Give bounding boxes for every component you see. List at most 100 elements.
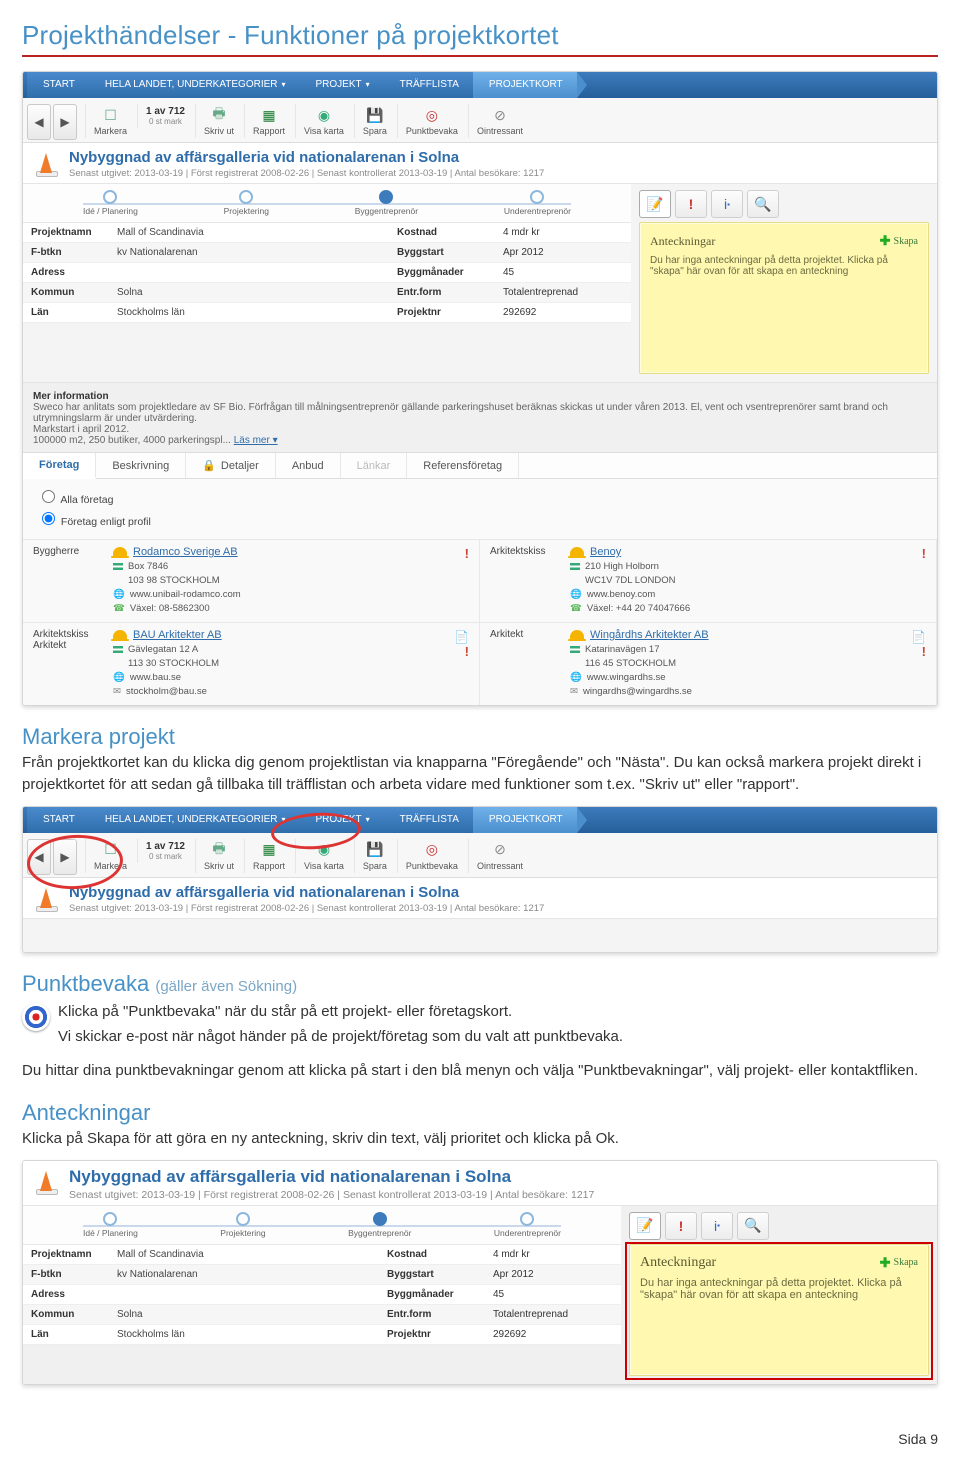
crumb-projektkort[interactable]: PROJEKTKORT (473, 807, 577, 833)
annotation-box-sticky (625, 1242, 933, 1380)
company-card: Arkitektskiss Arkitekt BAU Arkitekter AB… (23, 622, 480, 705)
chevron-down-icon: ▾ (282, 80, 286, 89)
tool-skrivut[interactable]: 🖶Skriv ut (195, 839, 242, 873)
tool-ointressant[interactable]: ⊘Ointressant (468, 104, 531, 138)
create-note-button[interactable]: ✚Skapa (880, 233, 918, 249)
tab-info[interactable]: i▪ (701, 1212, 733, 1240)
tab-beskrivning[interactable]: Beskrivning (96, 453, 186, 478)
cone-icon (31, 884, 61, 914)
more-info: Mer information Sweco har anlitats som p… (23, 382, 937, 452)
alert-icon: ! (465, 546, 469, 561)
cone-icon (31, 149, 61, 179)
radio-alla[interactable]: Alla företag (37, 487, 923, 506)
tab-search[interactable]: 🔍 (737, 1212, 769, 1240)
crumb-start[interactable]: START (27, 72, 89, 98)
notes-panel: Anteckningar ✚Skapa Du har inga anteckni… (639, 222, 929, 374)
tool-skrivut[interactable]: 🖶Skriv ut (195, 104, 242, 138)
tab-info[interactable]: i▪ (711, 190, 743, 218)
hardhat-icon (113, 547, 127, 557)
plus-icon: ✚ (880, 233, 891, 249)
screenshot-markera: START HELA LANDET, UNDERKATEGORIER▾ PROJ… (22, 806, 938, 953)
crumb-projekt[interactable]: PROJEKT▾ (300, 72, 384, 98)
read-more-link[interactable]: Läs mer ▾ (234, 435, 278, 446)
tool-markera[interactable]: ☐ Markera (85, 104, 135, 138)
tab-detaljer[interactable]: 🔒Detaljer (186, 453, 276, 478)
project-header: Nybyggnad av affärsgalleria vid national… (23, 143, 937, 184)
print-icon: 🖶 (204, 106, 234, 124)
section-anteckningar-heading: Anteckningar (22, 1100, 938, 1126)
company-link[interactable]: BAU Arkitekter AB (113, 629, 449, 641)
hardhat-icon (570, 547, 584, 557)
tab-anbud[interactable]: Anbud (276, 453, 341, 478)
divider (22, 55, 938, 57)
tab-alert[interactable]: ! (675, 190, 707, 218)
company-filter: Alla företag Företag enligt profil (23, 479, 937, 539)
prev-button[interactable]: ◀ (27, 839, 51, 875)
globe-icon: 🌐 (113, 589, 125, 600)
company-link[interactable]: Benoy (570, 546, 906, 558)
company-link[interactable]: Rodamco Sverige AB (113, 546, 449, 558)
tab-search[interactable]: 🔍 (747, 190, 779, 218)
flag-icon (570, 563, 580, 570)
tool-punktbevaka[interactable]: ◎Punktbevaka (397, 839, 466, 873)
tool-rapport[interactable]: ▦Rapport (244, 104, 293, 138)
fact-table: ProjektnamnMall of ScandinaviaKostnad4 m… (23, 223, 631, 323)
punktbevaka-body3: Du hittar dina punktbevakningar genom at… (22, 1060, 938, 1082)
crumb-trafflista[interactable]: TRÄFFLISTA (384, 72, 473, 98)
crumb-region[interactable]: HELA LANDET, UNDERKATEGORIER▾ (89, 807, 300, 833)
result-count: 1 av 7120 st mark (137, 839, 193, 863)
globe-icon: 🌐 (113, 672, 125, 683)
crumb-trafflista[interactable]: TRÄFFLISTA (384, 807, 473, 833)
flag-icon (113, 563, 123, 570)
tool-spara[interactable]: 💾Spara (354, 839, 395, 873)
crumb-region[interactable]: HELA LANDET, UNDERKATEGORIER▾ (89, 72, 300, 98)
project-meta: Senast utgivet: 2013-03-19 | Först regis… (69, 168, 544, 179)
tab-foretag[interactable]: Företag (23, 453, 96, 479)
punktbevaka-body1: Klicka på "Punktbevaka" när du står på e… (58, 1001, 623, 1023)
tool-markera[interactable]: ☐Markera (85, 839, 135, 873)
prev-button[interactable]: ◀ (27, 104, 51, 140)
tool-visakarta[interactable]: ◉Visa karta (295, 104, 352, 138)
alert-icon: ! (465, 644, 469, 659)
phase-track: Idé / Planering Projektering Byggentrepr… (23, 184, 631, 223)
tool-spara[interactable]: 💾Spara (354, 104, 395, 138)
doc-icon: 📄 (454, 630, 469, 644)
company-link[interactable]: Wingårdhs Arkitekter AB (570, 629, 906, 641)
result-count: 1 av 712 0 st mark (137, 104, 193, 128)
breadcrumb: START HELA LANDET, UNDERKATEGORIER▾ PROJ… (23, 807, 937, 833)
tool-punktbevaka[interactable]: ◎Punktbevaka (397, 104, 466, 138)
breadcrumb: START HELA LANDET, UNDERKATEGORIER▾ PROJ… (23, 72, 937, 98)
phone-icon: ☎ (570, 603, 582, 614)
note-tab-bar: 📝 ! i▪ 🔍 (639, 190, 929, 218)
tool-rapport[interactable]: ▦Rapport (244, 839, 293, 873)
radio-profil[interactable]: Företag enligt profil (37, 509, 923, 528)
hardhat-icon (113, 630, 127, 640)
tab-notes[interactable]: 📝 (629, 1212, 661, 1240)
page-title: Projekthändelser - Funktioner på projekt… (22, 20, 938, 51)
notes-heading: Anteckningar (650, 234, 715, 249)
checkbox-icon: ☐ (94, 106, 127, 124)
stop-icon: ⊘ (477, 106, 523, 124)
globe-icon: 🌐 (570, 672, 582, 683)
company-list: Byggherre Rodamco Sverige AB Box 7846 10… (23, 539, 937, 705)
hardhat-icon (570, 630, 584, 640)
section-punktbevaka-heading: Punktbevaka (gäller även Sökning) (22, 971, 938, 997)
alert-icon: ! (922, 546, 926, 561)
tab-notes[interactable]: 📝 (639, 190, 671, 218)
crumb-projektkort[interactable]: PROJEKTKORT (473, 72, 577, 98)
cone-icon (31, 1167, 61, 1197)
chevron-down-icon: ▾ (366, 80, 370, 89)
next-button[interactable]: ▶ (53, 104, 77, 140)
crumb-start[interactable]: START (27, 807, 89, 833)
mail-icon: ✉ (570, 686, 578, 697)
section-markera-heading: Markera projekt (22, 724, 938, 750)
crumb-projekt[interactable]: PROJEKT▾ (300, 807, 384, 833)
tool-visakarta[interactable]: ◉Visa karta (295, 839, 352, 873)
punktbevaka-body2: Vi skickar e-post när något händer på de… (58, 1026, 623, 1048)
next-button[interactable]: ▶ (53, 839, 77, 875)
alert-icon: ! (922, 644, 926, 659)
tool-ointressant[interactable]: ⊘Ointressant (468, 839, 531, 873)
tab-lankar[interactable]: Länkar (341, 453, 408, 478)
tab-alert[interactable]: ! (665, 1212, 697, 1240)
tab-referensforetag[interactable]: Referensföretag (407, 453, 519, 478)
